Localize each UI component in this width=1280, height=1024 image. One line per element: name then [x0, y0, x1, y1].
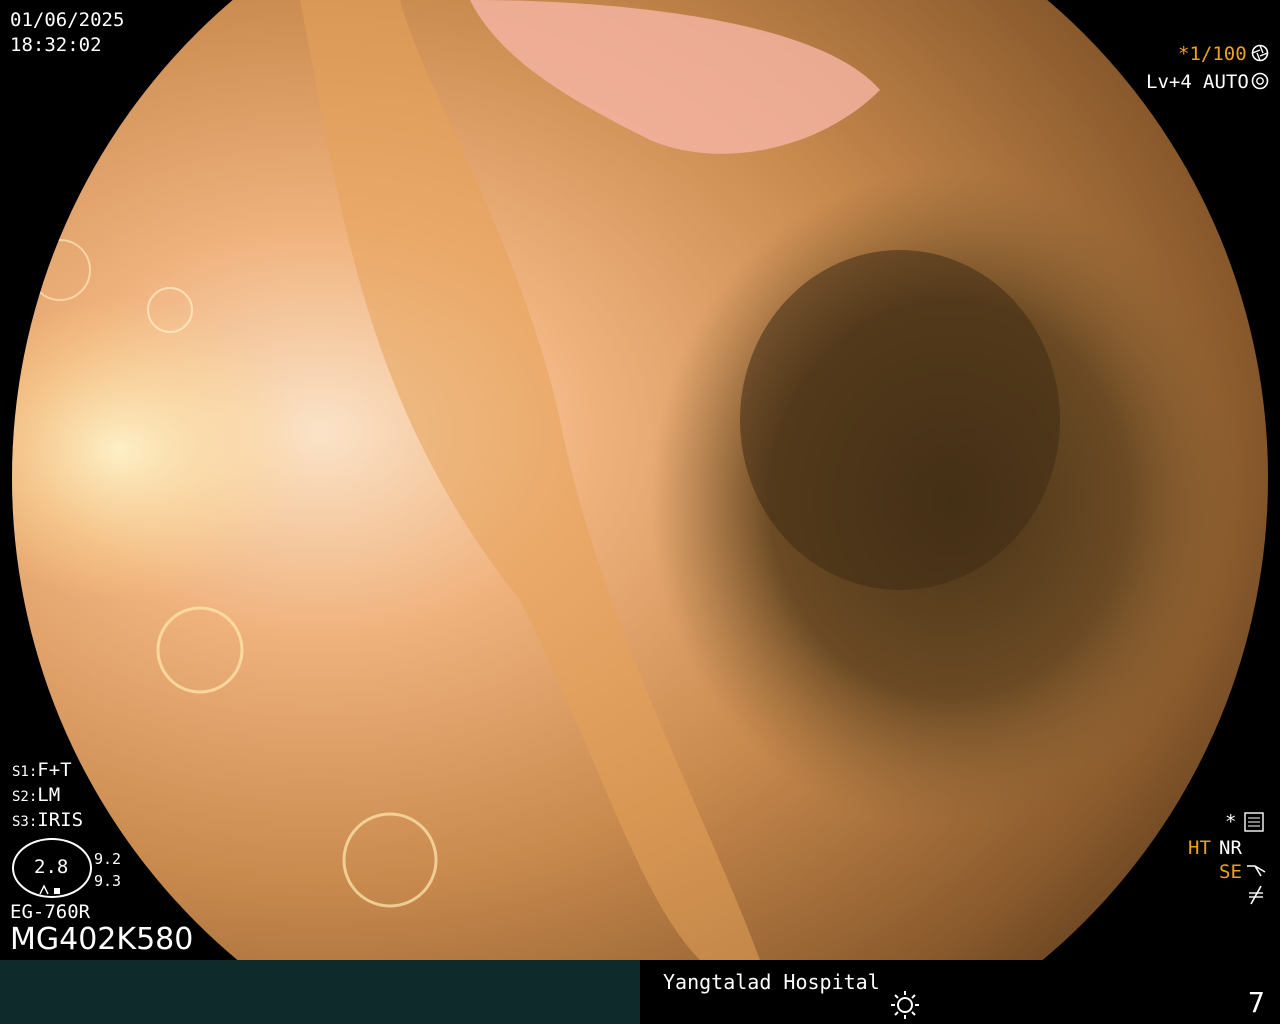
- scope-value-a: 9.2: [94, 850, 122, 868]
- patient-info-panel: [0, 960, 640, 1024]
- endoscopy-image: [12, 0, 1268, 960]
- setting-s2-value: LM: [37, 784, 61, 806]
- setting-s1-value: F+T: [37, 759, 72, 781]
- capture-star: *: [1225, 811, 1237, 833]
- nr-indicator: NR: [1219, 837, 1242, 859]
- aperture-icon: [1251, 44, 1269, 62]
- setting-s3: S3:IRIS: [12, 808, 83, 834]
- exposure-mode: AUTO: [1203, 71, 1249, 93]
- scope-value-b: 9.3: [94, 872, 122, 890]
- settings-panel-icon: [1244, 812, 1264, 832]
- exam-date: 01/06/2025: [10, 9, 125, 31]
- frame-number: 7: [1248, 986, 1265, 1019]
- se-indicator: SE: [1219, 861, 1242, 883]
- exam-time: 18:32:02: [10, 34, 102, 56]
- freeze-icon: [1249, 885, 1263, 905]
- structure-enhance-icon: [1247, 865, 1266, 877]
- setting-s1-label: S1:: [12, 764, 38, 780]
- hospital-name: Yangtalad Hospital: [663, 970, 880, 994]
- setting-s1: S1:F+T: [12, 758, 72, 784]
- scope-serial: MG402K580: [10, 922, 194, 957]
- setting-s2: S2:LM: [12, 783, 60, 809]
- setting-s3-value: IRIS: [37, 809, 84, 831]
- setting-s2-label: S2:: [12, 789, 38, 805]
- bottom-info-bar: [0, 960, 1280, 1024]
- scope-tip-icon: [39, 884, 60, 895]
- auto-iris-icon: [1251, 72, 1269, 90]
- shutter-speed: *1/100: [1178, 43, 1247, 65]
- ht-indicator: HT: [1188, 837, 1211, 859]
- setting-s3-label: S3:: [12, 814, 38, 830]
- brightness-level: Lv+4: [1146, 71, 1192, 93]
- magnification-value: 2.8: [34, 856, 69, 878]
- light-source-icon: [891, 991, 919, 1019]
- scope-model: EG-760R: [10, 901, 91, 923]
